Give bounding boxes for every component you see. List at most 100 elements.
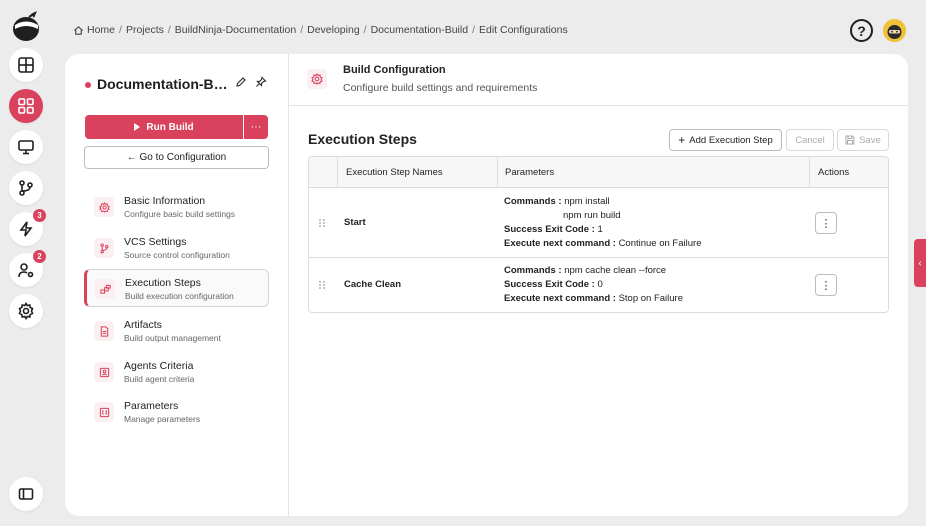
content-title: Build Configuration xyxy=(343,64,446,76)
column-header-step-names: Execution Step Names xyxy=(337,157,497,188)
git-branch-icon xyxy=(100,243,108,253)
nav-subtitle: Build agent criteria xyxy=(124,374,195,384)
drag-handle-icon[interactable] xyxy=(318,218,326,228)
rail-builds-button[interactable]: 3 xyxy=(9,209,46,246)
play-icon xyxy=(134,123,141,131)
go-to-configuration-button[interactable]: ← Go to Configuration xyxy=(84,146,269,169)
nav-subtitle: Configure basic build settings xyxy=(124,209,236,219)
ninja-avatar-icon xyxy=(883,19,906,42)
command-value: npm run build xyxy=(563,210,621,221)
nav-title: Parameters xyxy=(124,400,179,412)
command-value: npm cache clean --force xyxy=(564,265,667,276)
param-next-line: Execute next command : Stop on Failure xyxy=(504,292,683,306)
step-parameters: Commands : npm cache clean --force Succe… xyxy=(504,264,683,306)
nav-subtitle: Build output management xyxy=(124,333,221,343)
nav-subtitle: Build execution configuration xyxy=(125,291,234,301)
next-command-value: Stop on Failure xyxy=(618,293,683,304)
run-build-button[interactable]: Run Build xyxy=(85,115,243,139)
project-title: Documentation-Build xyxy=(97,76,229,92)
rail-users-button[interactable]: 2 xyxy=(9,250,46,287)
git-branch-icon xyxy=(19,180,33,196)
side-panel-toggle[interactable]: ‹ xyxy=(914,239,926,287)
user-settings-icon xyxy=(18,263,34,278)
add-execution-step-button[interactable]: + Add Execution Step xyxy=(669,129,782,151)
nav-subtitle: Source control configuration xyxy=(124,250,230,260)
breadcrumb-separator: / xyxy=(119,24,122,36)
column-header-parameters: Parameters xyxy=(497,157,809,188)
breadcrumb-separator: / xyxy=(300,24,304,36)
content-header: Build Configuration Configure build sett… xyxy=(289,54,908,106)
project-status-dot xyxy=(85,82,91,88)
next-command-value: Continue on Failure xyxy=(618,238,702,249)
config-sidebar: Documentation-Build Run Build ··· ← Go t… xyxy=(65,54,289,516)
exit-code-value: 1 xyxy=(597,224,603,235)
home-icon[interactable] xyxy=(73,25,84,36)
param-next-line: Execute next command : Continue on Failu… xyxy=(504,237,701,251)
gear-icon xyxy=(311,73,323,85)
param-commands-line: Commands : npm install xyxy=(504,195,701,209)
breadcrumb-projects[interactable]: Projects xyxy=(126,24,164,36)
nav-execution-steps[interactable]: Execution Steps Build execution configur… xyxy=(84,269,269,307)
nav-vcs-settings[interactable]: VCS Settings Source control configuratio… xyxy=(84,229,269,267)
param-exit-code-line: Success Exit Code : 0 xyxy=(504,278,683,292)
breadcrumb-build[interactable]: Documentation-Build xyxy=(371,24,468,36)
next-command-label: Execute next command : xyxy=(504,293,616,304)
nav-artifacts[interactable]: Artifacts Build output management xyxy=(84,312,269,350)
nav-icon-wrap xyxy=(94,197,114,217)
pin-icon[interactable] xyxy=(255,76,267,88)
breadcrumb-separator: / xyxy=(363,24,367,36)
run-options-button[interactable]: ··· xyxy=(244,115,268,139)
rail-apps-button[interactable] xyxy=(9,89,43,123)
content-subtitle: Configure build settings and requirement… xyxy=(343,82,538,94)
nav-icon-wrap xyxy=(94,238,114,258)
nav-title: Artifacts xyxy=(124,319,162,331)
nav-icon-wrap xyxy=(94,362,114,382)
breadcrumb-home[interactable]: Home xyxy=(87,24,115,36)
nav-icon-wrap xyxy=(94,321,114,341)
save-label: Save xyxy=(859,134,881,146)
avatar[interactable] xyxy=(883,19,906,42)
rail-settings-button[interactable] xyxy=(9,294,43,328)
pencil-icon[interactable] xyxy=(235,76,247,88)
ninja-logo-icon[interactable] xyxy=(11,10,41,42)
step-parameters: Commands : npm install npm run build Suc… xyxy=(504,195,701,251)
gear-icon xyxy=(18,302,34,320)
header-icon-wrap xyxy=(307,69,327,89)
run-build-label: Run Build xyxy=(146,121,194,133)
rail-monitor-button[interactable] xyxy=(9,130,43,164)
breadcrumb: Home / Projects / BuildNinja-Documentati… xyxy=(73,24,568,36)
drag-handle-icon[interactable] xyxy=(318,280,326,290)
gear-icon xyxy=(98,201,110,213)
nav-basic-information[interactable]: Basic Information Configure basic build … xyxy=(84,188,269,226)
monitor-icon xyxy=(18,140,34,155)
nav-parameters[interactable]: Parameters Manage parameters xyxy=(84,393,269,431)
help-button[interactable]: ? xyxy=(850,19,873,42)
breadcrumb-separator: / xyxy=(167,24,171,36)
column-header-actions: Actions xyxy=(809,157,888,188)
breadcrumb-separator: / xyxy=(472,24,475,36)
parameters-icon xyxy=(99,407,109,417)
nav-agents-criteria[interactable]: Agents Criteria Build agent criteria xyxy=(84,353,269,391)
nav-icon-wrap xyxy=(95,279,115,299)
config-content: Build Configuration Configure build sett… xyxy=(289,54,908,516)
row-actions-button[interactable]: ⋮ xyxy=(815,212,837,234)
row-actions-button[interactable]: ⋮ xyxy=(815,274,837,296)
rail-collapse-button[interactable] xyxy=(9,477,43,511)
save-button[interactable]: Save xyxy=(837,129,889,151)
builds-badge: 3 xyxy=(33,209,46,222)
param-commands-line: Commands : npm cache clean --force xyxy=(504,264,683,278)
cancel-button[interactable]: Cancel xyxy=(786,129,834,151)
rail-vcs-button[interactable] xyxy=(9,171,43,205)
commands-label: Commands : xyxy=(504,196,562,207)
add-execution-step-label: Add Execution Step xyxy=(689,134,773,146)
command-value: npm install xyxy=(564,196,610,207)
table-row: Start Commands : npm install npm run bui… xyxy=(309,188,888,258)
breadcrumb-stage[interactable]: Developing xyxy=(307,24,360,36)
execution-steps-table: Execution Step Names Parameters Actions … xyxy=(308,156,889,313)
dashboard-icon xyxy=(18,57,34,73)
nav-title: Execution Steps xyxy=(125,277,201,289)
rail-dashboard-button[interactable] xyxy=(9,48,43,82)
breadcrumb-project[interactable]: BuildNinja-Documentation xyxy=(175,24,296,36)
next-command-label: Execute next command : xyxy=(504,238,616,249)
save-icon xyxy=(845,135,855,145)
